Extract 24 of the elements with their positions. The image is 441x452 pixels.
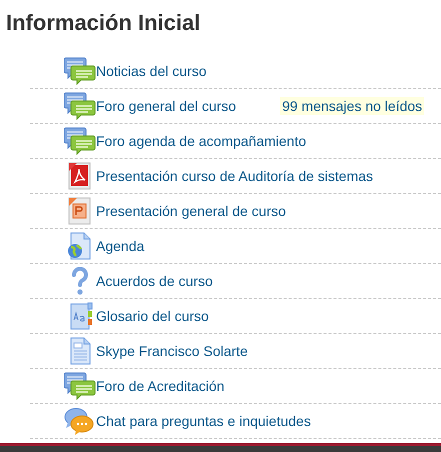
- activity-link[interactable]: Skype Francisco Solarte: [96, 343, 248, 359]
- forum-icon: [64, 128, 96, 154]
- activity-link[interactable]: Presentación curso de Auditoría de sistemas: [96, 168, 374, 184]
- globe-page-icon: [68, 232, 90, 260]
- activity-link[interactable]: Agenda: [96, 238, 144, 254]
- activity-link[interactable]: Foro de Acreditación: [96, 378, 224, 394]
- activity-link[interactable]: Noticias del curso: [96, 63, 206, 79]
- activity-link[interactable]: Glosario del curso: [96, 308, 209, 324]
- unread-posts-link[interactable]: 99 mensajes no leídos: [280, 97, 424, 115]
- chat-bubbles-icon: [64, 408, 94, 435]
- pdf-file-icon: [68, 162, 90, 190]
- activity-link[interactable]: Foro agenda de acompañamiento: [96, 133, 306, 149]
- forum-icon: [64, 372, 96, 400]
- activity-link[interactable]: Acuerdos de curso: [96, 273, 213, 289]
- document-page-icon: [70, 338, 90, 364]
- activity-link[interactable]: Foro general del curso: [96, 98, 236, 114]
- activity-link[interactable]: Presentación general de curso: [96, 203, 286, 219]
- question-mark-icon: [72, 267, 88, 295]
- section-title: Información Inicial: [5, 9, 202, 37]
- slides-file-icon: [68, 198, 90, 224]
- activity-link[interactable]: Chat para preguntas e inquietudes: [96, 413, 311, 429]
- glossary-book-icon: [70, 302, 92, 330]
- forum-icon: [64, 92, 96, 120]
- forum-icon: [64, 58, 96, 84]
